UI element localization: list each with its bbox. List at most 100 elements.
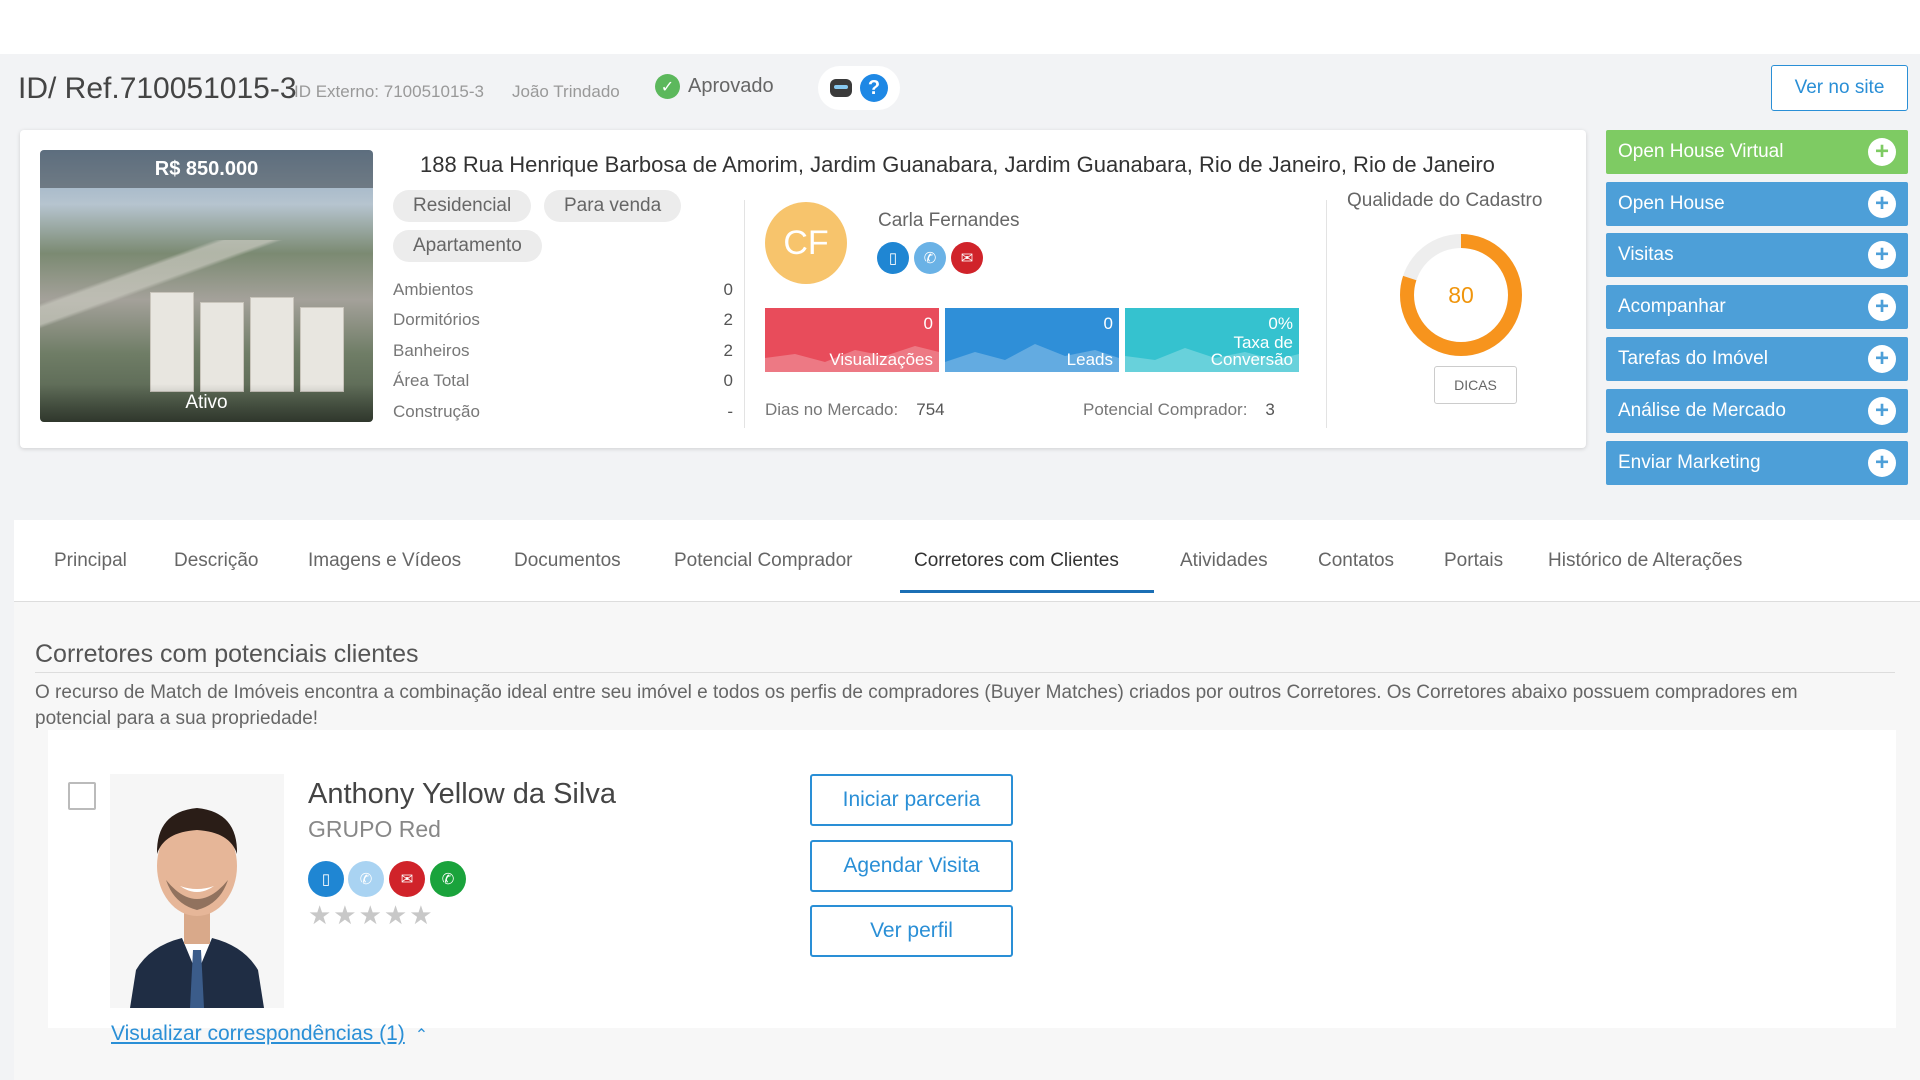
page-title: ID/ Ref.710051015-3 — [18, 72, 297, 105]
help-icon[interactable]: ? — [860, 74, 888, 102]
active-tab-indicator — [900, 590, 1154, 593]
phone-icon[interactable]: ✆ — [914, 242, 946, 274]
mobile-icon[interactable]: ▯ — [877, 242, 909, 274]
select-checkbox[interactable] — [68, 782, 96, 810]
broker-photo — [110, 774, 284, 1008]
spec-row: Ambientos 0 — [393, 280, 733, 300]
stat-value: 0% — [1268, 314, 1293, 333]
spec-label: Área Total — [393, 371, 470, 390]
tab-contacts[interactable]: Contatos — [1318, 550, 1394, 572]
start-partnership-button[interactable]: Iniciar parceria — [810, 774, 1013, 826]
tab-brokers-with-clients[interactable]: Corretores com Clientes — [914, 550, 1119, 572]
property-price: R$ 850.000 — [40, 150, 373, 188]
spec-value: 0 — [723, 280, 733, 299]
status-badge: ✓ Aprovado — [655, 74, 774, 99]
tab-documents[interactable]: Documentos — [514, 550, 621, 572]
spec-value: 2 — [723, 341, 733, 360]
status-label: Aprovado — [688, 75, 774, 97]
chevron-up-icon: ⌃ — [414, 1027, 429, 1044]
photo-building — [200, 302, 244, 392]
tab-description[interactable]: Descrição — [174, 550, 258, 572]
view-matches-label: Visualizar correspondências (1) — [111, 1022, 405, 1045]
days-on-market: Dias no Mercado: 754 — [765, 400, 945, 420]
property-summary-card: R$ 850.000 Ativo 188 Rua Henrique Barbos… — [20, 130, 1586, 448]
property-address: 188 Rua Henrique Barbosa de Amorim, Jard… — [420, 152, 1495, 177]
property-status: Ativo — [40, 384, 373, 422]
owner-name: João Trindado — [512, 82, 620, 101]
broker-name: Anthony Yellow da Silva — [308, 778, 616, 810]
robot-icon[interactable] — [830, 79, 852, 97]
tab-images-videos[interactable]: Imagens e Vídeos — [308, 550, 461, 572]
photo-building — [150, 292, 194, 392]
spec-label: Dormitórios — [393, 310, 480, 329]
market-analysis-button[interactable]: Análise de Mercado + — [1606, 389, 1908, 433]
spec-label: Construção — [393, 402, 480, 421]
side-button-label: Análise de Mercado — [1618, 400, 1786, 421]
divider — [1326, 200, 1327, 428]
mail-icon[interactable]: ✉ — [951, 242, 983, 274]
open-house-virtual-button[interactable]: Open House Virtual + — [1606, 130, 1908, 174]
spec-value: - — [727, 402, 733, 421]
follow-button[interactable]: Acompanhar + — [1606, 285, 1908, 329]
check-circle-icon: ✓ — [655, 74, 680, 99]
view-on-site-button[interactable]: Ver no site — [1771, 65, 1908, 111]
tips-button[interactable]: DICAS — [1434, 366, 1517, 404]
property-tasks-button[interactable]: Tarefas do Imóvel + — [1606, 337, 1908, 381]
rating-stars: ★★★★★ — [308, 900, 435, 930]
section-title: Corretores com potenciais clientes — [35, 640, 419, 668]
days-on-market-label: Dias no Mercado: — [765, 400, 899, 419]
spec-label: Ambientos — [393, 280, 474, 299]
potential-buyer-value: 3 — [1265, 400, 1275, 419]
external-id: ID Externo: 710051015-3 — [294, 82, 484, 101]
tab-potential-buyer[interactable]: Potencial Comprador — [674, 550, 852, 572]
stat-label: Visualizações — [829, 350, 933, 369]
spec-value: 0 — [723, 371, 733, 390]
potential-buyer-label: Potencial Comprador: — [1083, 400, 1248, 419]
tag-type: Residencial — [393, 190, 532, 222]
assistant-toolbar: ? — [818, 66, 900, 110]
side-button-label: Visitas — [1618, 244, 1674, 265]
plus-icon: + — [1868, 190, 1896, 218]
section-description: O recurso de Match de Imóveis encontra a… — [35, 682, 1798, 729]
mail-icon[interactable]: ✉ — [389, 861, 425, 897]
stat-leads: 0 Leads — [945, 308, 1119, 372]
tab-principal[interactable]: Principal — [54, 550, 127, 572]
tab-activities[interactable]: Atividades — [1180, 550, 1268, 572]
side-button-label: Tarefas do Imóvel — [1618, 348, 1768, 369]
divider — [35, 672, 1895, 673]
stat-views: 0 Visualizações — [765, 308, 939, 372]
send-marketing-button[interactable]: Enviar Marketing + — [1606, 441, 1908, 485]
plus-icon: + — [1868, 241, 1896, 269]
whatsapp-icon[interactable]: ✆ — [430, 861, 466, 897]
divider — [744, 200, 745, 428]
quality-score: 80 — [1448, 281, 1474, 308]
agent-name: Carla Fernandes — [878, 210, 1020, 231]
days-on-market-value: 754 — [916, 400, 945, 419]
spec-label: Banheiros — [393, 341, 470, 360]
plus-icon: + — [1868, 293, 1896, 321]
view-matches-link[interactable]: Visualizar correspondências (1) ⌃ — [111, 1022, 428, 1046]
tab-change-history[interactable]: Histórico de Alterações — [1548, 550, 1742, 572]
stat-value: 0 — [923, 314, 933, 333]
side-button-label: Enviar Marketing — [1618, 452, 1761, 473]
phone-icon[interactable]: ✆ — [348, 861, 384, 897]
brokers-section: Corretores com potenciais clientes O rec… — [14, 602, 1920, 1080]
spec-row: Área Total 0 — [393, 371, 733, 391]
property-header: ID/ Ref.710051015-3 ID Externo: 71005101… — [0, 62, 1920, 118]
tab-portals[interactable]: Portais — [1444, 550, 1503, 572]
broker-match-card: Anthony Yellow da Silva GRUPO Red ▯ ✆ ✉ … — [48, 730, 1896, 1028]
side-button-label: Open House Virtual — [1618, 141, 1784, 162]
spec-value: 2 — [723, 310, 733, 329]
stat-conversion: 0% Taxa de Conversão — [1125, 308, 1299, 372]
visits-button[interactable]: Visitas + — [1606, 233, 1908, 277]
view-profile-button[interactable]: Ver perfil — [810, 905, 1013, 957]
potential-buyer: Potencial Comprador: 3 — [1083, 400, 1275, 420]
tag-purpose: Para venda — [544, 190, 682, 222]
property-photo[interactable]: R$ 850.000 Ativo — [40, 150, 373, 422]
open-house-button[interactable]: Open House + — [1606, 182, 1908, 226]
mobile-icon[interactable]: ▯ — [308, 861, 344, 897]
side-button-label: Open House — [1618, 193, 1725, 214]
schedule-visit-button[interactable]: Agendar Visita — [810, 840, 1013, 892]
plus-icon: + — [1868, 138, 1896, 166]
top-bar — [0, 0, 1920, 54]
